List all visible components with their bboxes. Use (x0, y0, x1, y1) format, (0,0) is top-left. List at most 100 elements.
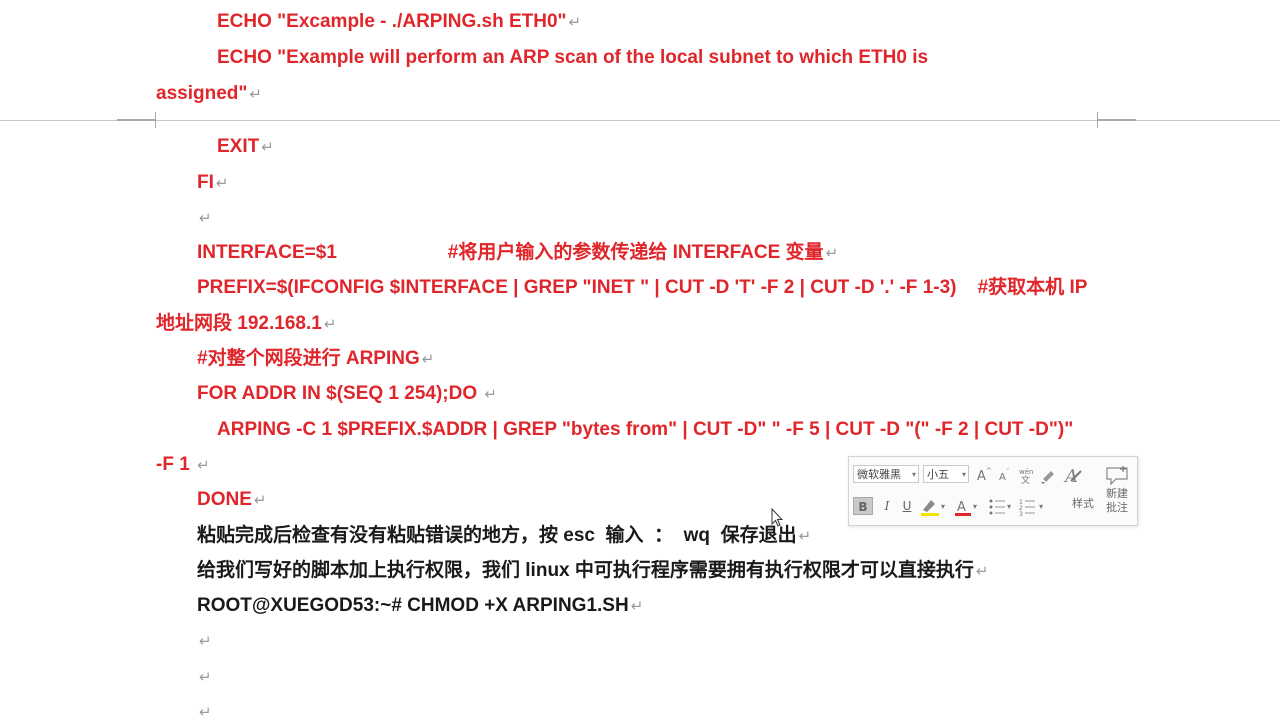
italic-button[interactable]: I (879, 497, 895, 515)
paragraph-mark: ↵ (199, 210, 212, 227)
font-size-select[interactable]: 小五 ▾ (923, 465, 969, 483)
doc-line-empty-3[interactable]: ↵ (197, 700, 212, 720)
svg-text:ˇ: ˇ (1006, 468, 1010, 476)
page-break-line (0, 120, 1280, 121)
doc-line-arping-cmd[interactable]: ARPING -C 1 $PREFIX.$ADDR | GREP "bytes … (217, 418, 1073, 442)
line-text: 给我们写好的脚本加上执行权限，我们 linux 中可执行程序需要拥有执行权限才可… (197, 560, 974, 581)
svg-text:A: A (957, 500, 966, 515)
font-name-value: 微软雅黑 (857, 468, 901, 481)
line-text: #对整个网段进行 ARPING (197, 348, 420, 369)
page-corner-mark-bottom-right (1097, 112, 1136, 120)
doc-line-exec-permission[interactable]: 给我们写好的脚本加上执行权限，我们 linux 中可执行程序需要拥有执行权限才可… (197, 559, 988, 584)
paragraph-mark: ↵ (199, 669, 212, 686)
svg-text:▾: ▾ (1007, 502, 1011, 511)
svg-text:^: ^ (986, 467, 992, 475)
toolbar-row2-icons: ▾ A ▾ ▾ 1 2 3 ▾ (921, 499, 1043, 518)
doc-line-empty[interactable]: ↵ (197, 206, 212, 231)
doc-line-assigned[interactable]: assigned" ↵ (156, 82, 262, 107)
highlight-color-icon[interactable]: ▾ (921, 500, 945, 516)
page-corner-mark-bottom-left (117, 112, 156, 120)
paragraph-mark: ↵ (825, 245, 839, 262)
phonetic-guide-icon[interactable]: wén 文 (1019, 468, 1033, 485)
paragraph-mark: ↵ (798, 528, 812, 545)
doc-line-empty-2[interactable]: ↵ (197, 665, 212, 690)
line-text: ECHO "Example will perform an ARP scan o… (217, 47, 929, 68)
line-text: PREFIX=$(IFCONFIG $INTERFACE | GREP "INE… (197, 277, 1088, 298)
mouse-pointer-icon (771, 508, 783, 527)
italic-label: I (884, 499, 890, 513)
bullet-list-icon[interactable]: ▾ (989, 499, 1012, 515)
doc-line-subnet[interactable]: 地址网段 192.168.1 ↵ (156, 312, 336, 337)
doc-line-arping-comment[interactable]: #对整个网段进行 ARPING ↵ (197, 347, 434, 372)
doc-line-exit[interactable]: EXIT ↵ (217, 135, 274, 160)
paragraph-mark: ↵ (249, 86, 262, 103)
format-painter-icon[interactable] (1041, 471, 1054, 484)
doc-line-paste-check[interactable]: 粘贴完成后检查有没有粘贴错误的地方，按 esc 输入 ： wq 保存退出 ↵ (197, 524, 811, 549)
doc-line-prefix[interactable]: PREFIX=$(IFCONFIG $INTERFACE | GREP "INE… (197, 276, 1087, 300)
toolbar-row1-icons: A ^ A ˇ wén 文 A (977, 466, 1082, 485)
doc-line-echo-example[interactable]: ECHO "Example will perform an ARP scan o… (217, 46, 928, 70)
svg-text:▾: ▾ (941, 502, 945, 511)
font-color-icon[interactable]: A ▾ (955, 500, 977, 516)
comment-icon (1106, 466, 1128, 486)
line-text: INTERFACE=$1 #将用户输入的参数传递给 INTERFACE 变量 (197, 242, 824, 263)
shrink-font-icon[interactable]: A ˇ (999, 468, 1010, 483)
paragraph-mark: ↵ (199, 633, 212, 650)
paragraph-mark: ↵ (630, 598, 644, 615)
numbered-list-icon[interactable]: 1 2 3 ▾ (1019, 499, 1043, 518)
svg-text:A: A (977, 469, 986, 484)
line-text: assigned" (156, 83, 248, 104)
chevron-down-icon: ▾ (961, 470, 966, 479)
bold-button[interactable]: B (853, 497, 873, 515)
paragraph-mark: ↵ (975, 563, 989, 580)
doc-line-chmod[interactable]: ROOT@XUEGOD53:~# CHMOD +X ARPING1.SH ↵ (197, 594, 643, 619)
svg-text:文: 文 (1021, 474, 1030, 485)
line-text: FI (197, 172, 214, 193)
doc-line-fi[interactable]: FI ↵ (197, 171, 228, 196)
styles-large-icon[interactable]: A (1063, 466, 1082, 485)
page-corner-mark-top-right (1097, 120, 1136, 128)
paragraph-mark: ↵ (253, 492, 267, 509)
line-text: DONE (197, 489, 252, 510)
mini-format-toolbar: 微软雅黑 ▾ 小五 ▾ A ^ A ˇ wén 文 A B I U ▾ A ▾ … (848, 456, 1138, 526)
svg-text:A: A (999, 472, 1006, 483)
svg-text:3: 3 (1019, 511, 1023, 518)
new-comment-label-2: 批注 (1106, 501, 1128, 514)
underline-button[interactable]: U (899, 497, 915, 515)
underline-label: U (902, 499, 912, 513)
svg-text:▾: ▾ (1039, 502, 1043, 511)
grow-font-icon[interactable]: A ^ (977, 467, 992, 484)
paragraph-mark: ↵ (215, 175, 229, 192)
paragraph-mark: ↵ (421, 351, 435, 368)
line-text: EXIT (217, 136, 260, 157)
styles-label: 样式 (1072, 497, 1094, 510)
line-text: ARPING -C 1 $PREFIX.$ADDR | GREP "bytes … (217, 419, 1074, 440)
svg-text:▾: ▾ (973, 502, 977, 511)
new-comment-label-1: 新建 (1106, 487, 1128, 500)
new-comment-button[interactable]: 新建 批注 (1101, 466, 1133, 515)
doc-line-echo-usage[interactable]: ECHO "Excample - ./ARPING.sh ETH0" ↵ (217, 10, 581, 35)
doc-line-for[interactable]: FOR ADDR IN $(SEQ 1 254);DO ↵ (197, 382, 497, 407)
chevron-down-icon: ▾ (911, 470, 916, 479)
svg-text:wén: wén (1019, 468, 1033, 476)
line-text: ROOT@XUEGOD53:~# CHMOD +X ARPING1.SH (197, 595, 629, 616)
font-name-select[interactable]: 微软雅黑 ▾ (853, 465, 919, 483)
paragraph-mark: ↵ (197, 457, 210, 474)
bold-label: B (858, 500, 868, 514)
line-text: FOR ADDR IN $(SEQ 1 254);DO (197, 383, 483, 404)
styles-button[interactable]: 样式 (1067, 495, 1099, 513)
line-text: 地址网段 192.168.1 (156, 313, 322, 334)
paragraph-mark: ↵ (323, 316, 337, 333)
doc-line-empty-1[interactable]: ↵ (197, 629, 212, 654)
doc-line-done[interactable]: DONE ↵ (197, 488, 266, 513)
paragraph-mark: ↵ (568, 14, 582, 31)
line-text: ECHO "Excample - ./ARPING.sh ETH0" (217, 11, 567, 32)
paragraph-mark: ↵ (261, 139, 274, 156)
line-text: 粘贴完成后检查有没有粘贴错误的地方，按 esc 输入 ： wq 保存退出 (197, 525, 797, 546)
font-size-value: 小五 (927, 468, 949, 481)
doc-line-f1[interactable]: -F 1 ↵ (156, 453, 210, 478)
document-page: ECHO "Excample - ./ARPING.sh ETH0" ↵ ECHO… (0, 0, 1280, 720)
doc-line-interface[interactable]: INTERFACE=$1 #将用户输入的参数传递给 INTERFACE 变量 ↵ (197, 241, 838, 266)
paragraph-mark: ↵ (484, 386, 497, 403)
page-corner-mark-top-left (117, 120, 156, 128)
